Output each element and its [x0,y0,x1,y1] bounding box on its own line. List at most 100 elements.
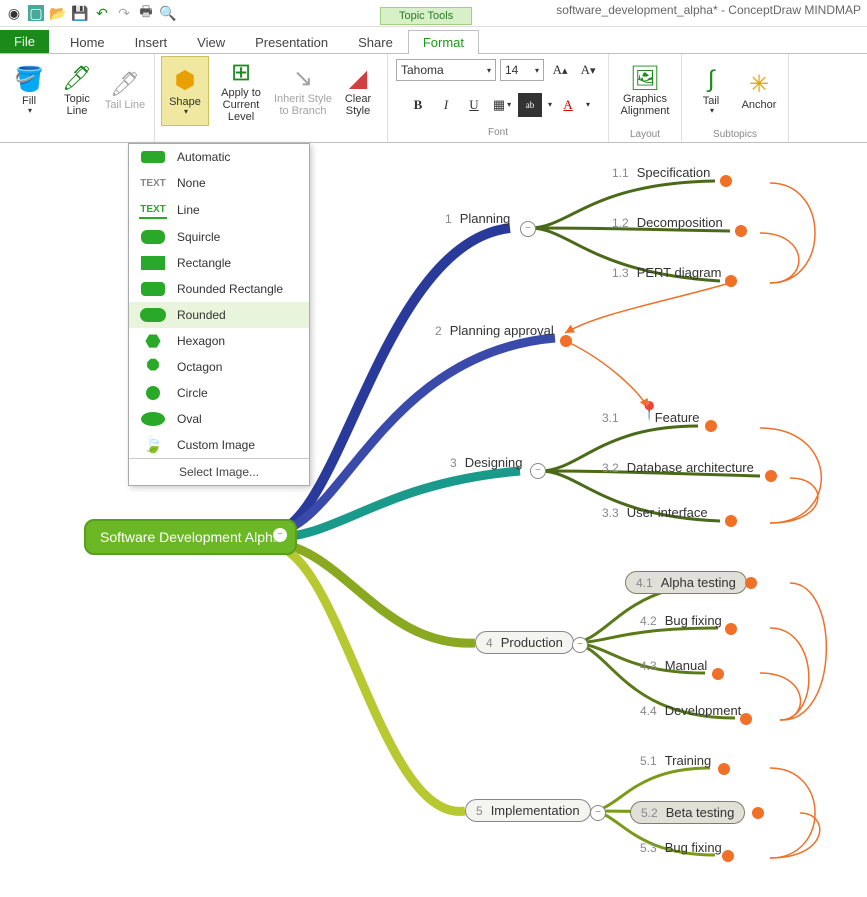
toggle-planning[interactable]: − [520,221,536,237]
tab-insert[interactable]: Insert [120,30,183,54]
topic-ui[interactable]: 3.3User interface [602,505,708,520]
fill-button[interactable]: 🪣Fill▾ [6,56,52,124]
shape-item-custom-image[interactable]: 🍃Custom Image [129,432,309,458]
tab-format[interactable]: Format [408,30,479,54]
connector-dot [765,470,777,482]
tab-home[interactable]: Home [55,30,120,54]
connector-dot [735,225,747,237]
shape-item-squircle[interactable]: Squircle [129,224,309,250]
toggle-implementation[interactable]: − [590,805,606,821]
shape-item-none[interactable]: TEXTNone [129,170,309,196]
file-tab[interactable]: File [0,30,49,53]
tab-share[interactable]: Share [343,30,408,54]
toggle-designing[interactable]: − [530,463,546,479]
topic-specification[interactable]: 1.1Specification [612,165,710,180]
root-topic[interactable]: Software Development Alpha [84,519,297,555]
topic-db-arch[interactable]: 3.2Database architecture [602,460,754,475]
save-icon[interactable]: 💾 [72,5,88,21]
topic-beta-testing[interactable]: 5.2Beta testing [630,801,745,824]
topic-line-icon: 🖊 [61,65,93,93]
topic-development[interactable]: 4.4Development [640,703,741,718]
connector-dot [718,763,730,775]
topic-production[interactable]: 4Production [475,631,574,654]
tail-line-button[interactable]: 🖊Tail Line [102,56,148,124]
toggle-production[interactable]: − [572,637,588,653]
inherit-icon: ↘ [287,65,319,93]
connector-dot [725,275,737,287]
topic-implementation[interactable]: 5Implementation [465,799,591,822]
shape-item-rectangle[interactable]: Rectangle [129,250,309,276]
clear-style-icon: ◢ [342,65,374,93]
topic-line-button[interactable]: 🖊Topic Line [54,56,100,124]
graphics-alignment-button[interactable]: 🖼Graphics Alignment [615,56,675,124]
layout-group-label: Layout [615,129,675,140]
window-title: software_development_alpha* - ConceptDra… [556,3,861,17]
topic-designing[interactable]: 3Designing [450,455,523,470]
tail-icon: ∫ [695,67,727,95]
font-size-select[interactable]: 14▾ [500,59,544,81]
connector-dot [722,850,734,862]
new-icon[interactable]: ▢ [28,5,44,21]
highlight-button[interactable]: ab [518,93,542,117]
italic-button[interactable]: I [434,93,458,117]
font-color-button[interactable]: A [556,93,580,117]
topic-training[interactable]: 5.1Training [640,753,711,768]
tail-button[interactable]: ∫Tail▾ [688,56,734,124]
font-name-select[interactable]: Tahoma▾ [396,59,496,81]
border-button[interactable]: ▦▾ [490,93,514,117]
anchor-button[interactable]: ✳Anchor [736,56,782,124]
connector-dot [752,807,764,819]
topic-bug-fixing-5[interactable]: 5.3Bug fixing [640,840,722,855]
shape-item-oval[interactable]: Oval [129,406,309,432]
shape-icon: ⬢ [169,68,201,96]
connector-dot [712,668,724,680]
contextual-tab-label: Topic Tools [380,7,472,25]
shape-item-octagon[interactable]: ⯃Octagon [129,354,309,380]
apply-button[interactable]: ⊞Apply to Current Level [211,56,271,124]
connector-dot [720,175,732,187]
connector-dot [560,335,572,347]
ribbon: 🪣Fill▾ 🖊Topic Line 🖊Tail Line ⬢Shape▾ ⊞A… [0,54,867,143]
clear-style-button[interactable]: ◢Clear Style [335,56,381,124]
connector-dot [725,515,737,527]
undo-icon[interactable]: ↶ [94,5,110,21]
preview-icon[interactable]: 🔍 [160,5,176,21]
connector-dot [725,623,737,635]
bold-button[interactable]: B [406,93,430,117]
open-icon[interactable]: 📂 [50,5,66,21]
print-icon[interactable]: 🖶 [138,5,154,21]
topic-alpha-testing[interactable]: 4.1Alpha testing [625,571,747,594]
shape-item-rounded[interactable]: Rounded [129,302,309,328]
tail-line-icon: 🖊 [109,71,141,99]
mindmap-canvas[interactable]: Software Development Alpha − 1Planning −… [0,143,867,897]
connector-dot [705,420,717,432]
tab-view[interactable]: View [182,30,240,54]
shape-item-line[interactable]: TEXTLine [129,196,309,224]
subtopics-group-label: Subtopics [688,129,782,140]
connector-dot [740,713,752,725]
topic-pert[interactable]: 1.3PERT diagram [612,265,721,280]
shape-item-hexagon[interactable]: ⬣Hexagon [129,328,309,354]
shape-item-rounded-rectangle[interactable]: Rounded Rectangle [129,276,309,302]
grow-font-button[interactable]: A▴ [548,58,572,82]
topic-planning[interactable]: 1Planning [445,211,510,226]
shape-button[interactable]: ⬢Shape▾ [161,56,209,126]
topic-planning-approval[interactable]: 2Planning approval [435,323,554,338]
shape-item-circle[interactable]: Circle [129,380,309,406]
topic-manual[interactable]: 4.3Manual [640,658,707,673]
root-toggle[interactable]: − [272,527,288,543]
tab-presentation[interactable]: Presentation [240,30,343,54]
inherit-button[interactable]: ↘Inherit Style to Branch [273,56,333,124]
anchor-icon: ✳ [743,71,775,99]
topic-feature[interactable]: 3.1Feature [602,410,700,425]
topic-bug-fixing-4[interactable]: 4.2Bug fixing [640,613,722,628]
graphics-icon: 🖼 [629,65,661,93]
shape-select-image[interactable]: Select Image... [129,458,309,485]
shape-item-automatic[interactable]: Automatic [129,144,309,170]
shape-dropdown: Automatic TEXTNone TEXTLine Squircle Rec… [128,143,310,486]
apply-icon: ⊞ [225,59,257,87]
topic-decomposition[interactable]: 1.2Decomposition [612,215,723,230]
underline-button[interactable]: U [462,93,486,117]
shrink-font-button[interactable]: A▾ [576,58,600,82]
redo-icon[interactable]: ↷ [116,5,132,21]
